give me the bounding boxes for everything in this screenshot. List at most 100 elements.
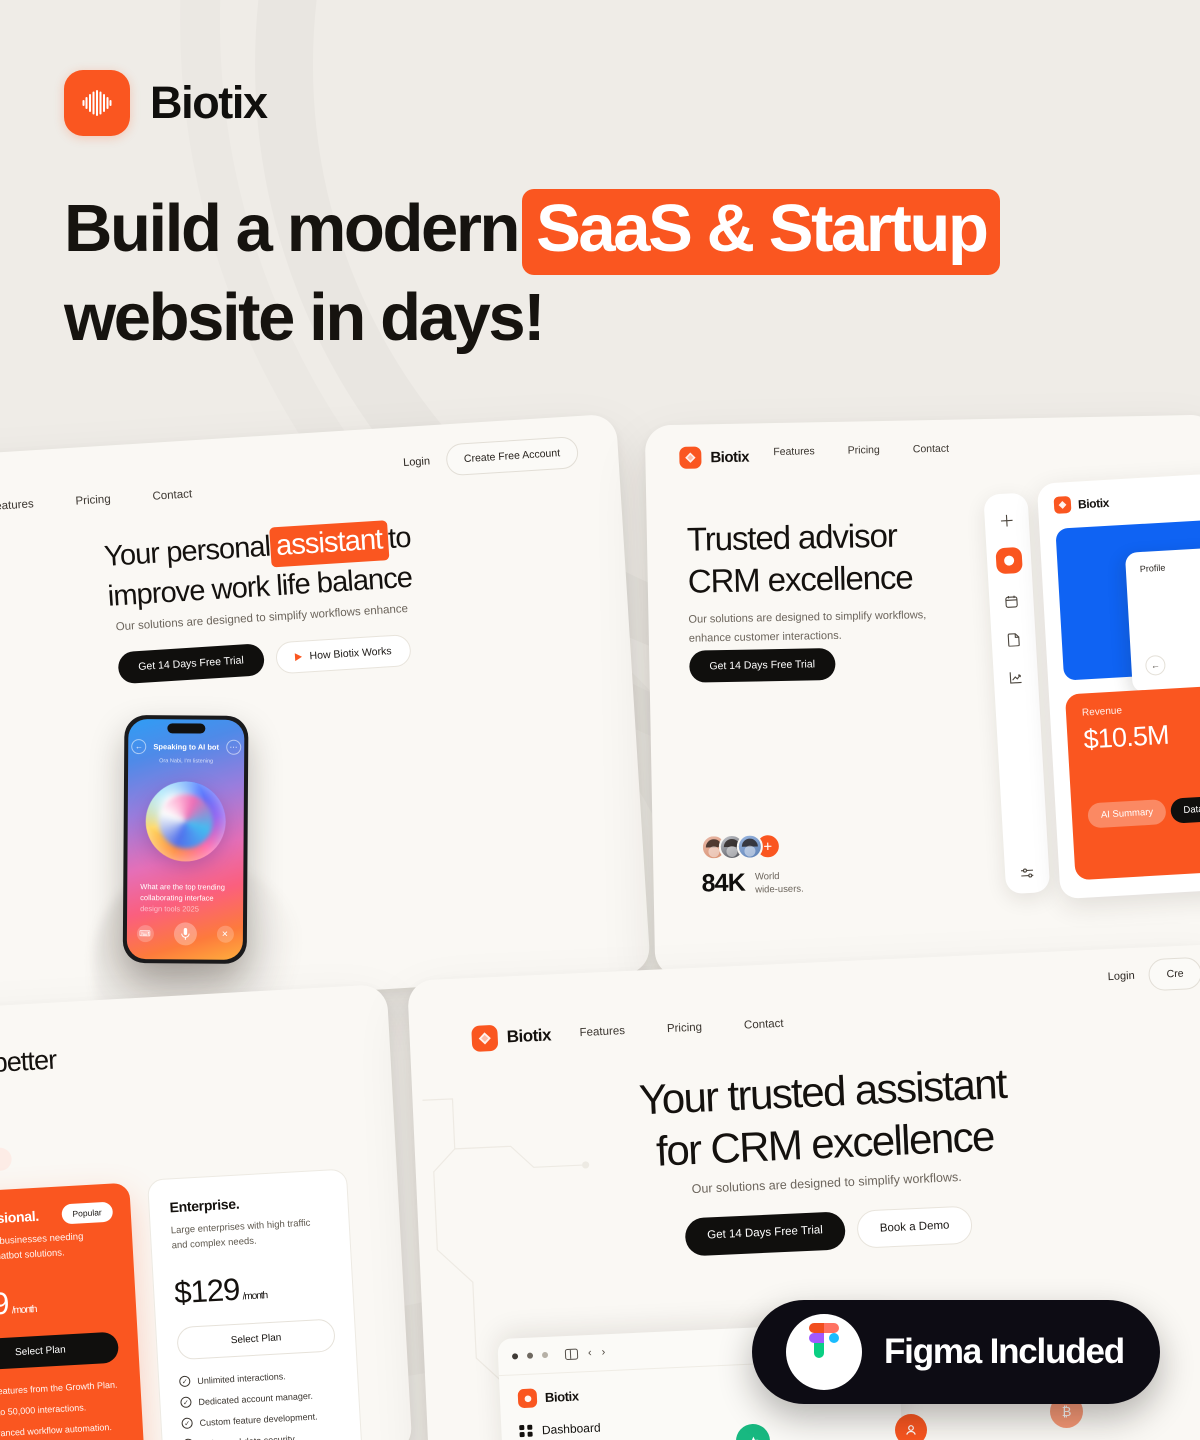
mockup-card-pricing[interactable]: n that suits better your business better… (0, 983, 413, 1440)
plan-card-professional[interactable]: Professional. Popular Mid-sized business… (0, 1182, 146, 1440)
phone-frame: ← Speaking to AI bot ⋯ Ora Nabi, I'm lis… (122, 714, 249, 964)
settings-sliders-icon[interactable] (1005, 866, 1050, 881)
card4-nav-features[interactable]: Features (579, 1025, 625, 1039)
stat-label-line-2: wide-users. (755, 883, 804, 896)
data-insights-chip[interactable]: Data Insights (1169, 794, 1200, 824)
card2-nav: Features Pricing Contact (773, 443, 949, 458)
plan-feature: ✓Advanced workflow automation. (0, 1420, 123, 1440)
plan-feature: ✓Enhanced data security. (182, 1430, 341, 1440)
card4-cta-group: Get 14 Days Free Trial Book a Demo (684, 1205, 974, 1257)
card1-nav-features[interactable]: Features (0, 498, 34, 513)
browser-nav-dashboard-label: Dashboard (541, 1420, 601, 1438)
card2-free-trial-button[interactable]: Get 14 Days Free Trial (689, 647, 836, 683)
plan-price-period: /month (11, 1304, 37, 1317)
check-icon: ✓ (181, 1417, 193, 1430)
phone-back-icon[interactable]: ← (131, 739, 147, 755)
card4-nav-contact[interactable]: Contact (744, 1018, 784, 1032)
plan-description: Mid-sized businesses needing tailored ch… (0, 1231, 84, 1264)
traffic-light-max-icon[interactable] (541, 1351, 549, 1359)
plan-name: Enterprise. (169, 1195, 240, 1216)
card1-nav-pricing[interactable]: Pricing (75, 493, 111, 507)
plan-price: $129/month (173, 1266, 333, 1311)
plan-feature-label: Unlimited interactions. (196, 1370, 286, 1386)
card1-create-account-button[interactable]: Create Free Account (444, 436, 580, 477)
phone-mic-icon[interactable] (173, 922, 197, 946)
phone-more-icon[interactable]: ⋯ (225, 739, 242, 755)
plan-card-enterprise[interactable]: Enterprise. Large enterprises with high … (146, 1168, 363, 1440)
card4-auth-group: Login Cre (1107, 956, 1200, 993)
phone-close-icon[interactable]: ✕ (216, 925, 234, 943)
dashboard-preview: ＋ Biotix Profile ← Revenue $10.5M AI Sum… (983, 469, 1200, 917)
popular-badge: Popular (60, 1201, 114, 1225)
plan-feature-list: ✓ Unlimited interactions. ✓ Dedicated acco… (178, 1367, 342, 1440)
document-icon[interactable] (1003, 629, 1024, 650)
phone-dock: ⌨ ✕ (127, 922, 243, 946)
select-plan-button[interactable]: Select Plan (176, 1318, 336, 1361)
browser-brand-name: Biotix (544, 1388, 579, 1406)
ai-summary-chip[interactable]: AI Summary (1087, 798, 1167, 829)
revenue-label: Revenue (1081, 705, 1123, 719)
card2-heading: Trusted advisor CRM excellence (687, 514, 913, 602)
dashboard-panel: Biotix Profile Camero P ← Revenue $10.5M… (1036, 469, 1200, 900)
card2-nav-contact[interactable]: Contact (913, 443, 949, 456)
card4-book-demo-button[interactable]: Book a Demo (855, 1205, 974, 1249)
phone-question-line-3: design tools 2025 (140, 904, 199, 914)
card2-nav-pricing[interactable]: Pricing (848, 444, 880, 457)
plan-feature-label: Up to 50,000 interactions. (0, 1401, 87, 1418)
card2-heading-line-2: CRM excellence (687, 558, 913, 600)
card2-brand-name: Biotix (710, 448, 750, 466)
card1-how-it-works-button[interactable]: How Biotix Works (274, 633, 412, 675)
plan-description: Large enterprises with high traffic and … (170, 1217, 311, 1252)
sidebar-toggle-icon[interactable] (564, 1347, 579, 1360)
plan-price-value: $129 (173, 1271, 241, 1311)
traffic-light-close-icon[interactable] (511, 1353, 519, 1360)
forward-arrow-icon[interactable]: › (601, 1346, 605, 1358)
card4-login-link[interactable]: Login (1108, 970, 1135, 983)
phone-topbar: ← Speaking to AI bot ⋯ (128, 739, 244, 755)
card2-nav-features[interactable]: Features (773, 445, 815, 458)
phone-screen: ← Speaking to AI bot ⋯ Ora Nabi, I'm lis… (126, 719, 245, 960)
headline-line-1: Build a modern SaaS & Startup (64, 186, 1154, 275)
plan-feature-label: Dedicated account manager. (198, 1390, 314, 1407)
card2-stats: + 84K World wide-users. (700, 833, 804, 899)
card1-heading-b: to (387, 521, 412, 556)
billing-toggle-row: Yearly SAVE 20% (0, 1147, 13, 1180)
mockup-card-hero-left[interactable]: Features Pricing Contact Login Create Fr… (0, 413, 651, 1019)
page-title: Build a modern SaaS & Startup website in … (64, 186, 1154, 361)
profile-card: Profile Camero P ← (1124, 543, 1200, 693)
revenue-card: Revenue $10.5M AI Summary Data Insights (1064, 681, 1200, 881)
plan-feature-label: Advanced workflow automation. (0, 1421, 113, 1439)
calendar-icon[interactable] (1001, 591, 1022, 612)
card1-login-link[interactable]: Login (403, 455, 431, 469)
card4-create-account-button[interactable]: Cre (1147, 956, 1200, 992)
phone-question-line-2: collaborating interface (140, 893, 214, 903)
card1-free-trial-button[interactable]: Get 14 Days Free Trial (117, 643, 265, 685)
ai-orb-visual (145, 781, 226, 862)
stat-label: World wide-users. (755, 869, 804, 896)
back-arrow-icon[interactable]: ‹ (588, 1347, 592, 1359)
card1-heading-a: Your personal (103, 530, 272, 573)
mockup-card-crm[interactable]: Biotix Features Pricing Contact Trusted … (644, 414, 1200, 978)
dashboard-brand-name: Biotix (1077, 495, 1110, 512)
brand-lockup: Biotix (64, 70, 268, 136)
card4-free-trial-button[interactable]: Get 14 Days Free Trial (684, 1211, 846, 1257)
plus-icon[interactable]: ＋ (996, 509, 1017, 531)
select-plan-button[interactable]: Select Plan (0, 1331, 120, 1372)
plan-feature: ✓ Unlimited interactions. (178, 1367, 337, 1388)
chat-active-icon[interactable] (995, 546, 1023, 575)
card4-nav-pricing[interactable]: Pricing (667, 1022, 703, 1036)
card1-heading: Your personal assistant to improve work li… (0, 508, 580, 626)
stat-label-line-1: World (754, 870, 780, 883)
card2-subtitle: Our solutions are designed to simplify w… (688, 606, 927, 649)
check-icon: ✓ (180, 1396, 192, 1409)
revenue-value: $10.5M (1082, 719, 1170, 755)
card1-nav: Features Pricing Contact (0, 488, 192, 513)
card1-cta-group: Get 14 Days Free Trial How Biotix Works (117, 633, 412, 685)
browser-nav-dashboard[interactable]: Dashboard (519, 1408, 883, 1438)
card1-nav-contact[interactable]: Contact (152, 488, 192, 502)
analytics-icon[interactable] (1005, 667, 1026, 688)
back-arrow-icon[interactable]: ← (1144, 654, 1166, 676)
phone-keyboard-icon[interactable]: ⌨ (136, 925, 154, 943)
save-badge: SAVE 20% (0, 1147, 13, 1175)
traffic-light-min-icon[interactable] (526, 1352, 534, 1359)
